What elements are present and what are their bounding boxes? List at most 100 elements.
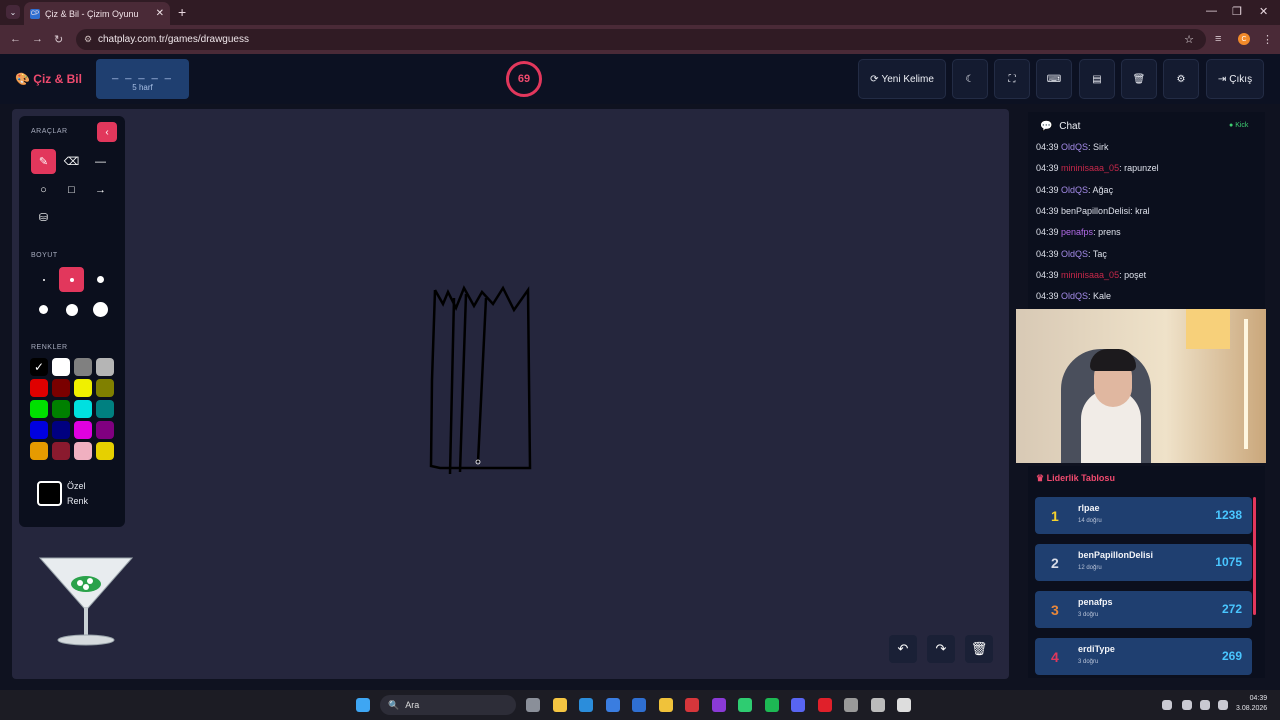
search-icon: 🔍: [388, 699, 400, 710]
dark-mode-button[interactable]: ☾: [952, 59, 988, 99]
maximize-icon[interactable]: ❐: [1232, 5, 1242, 18]
color-swatch[interactable]: [74, 400, 92, 418]
taskbar-app-icon[interactable]: [738, 698, 752, 712]
rectangle-tool[interactable]: □: [59, 177, 84, 202]
reload-icon[interactable]: ↻: [54, 33, 63, 46]
close-tab-icon[interactable]: ✕: [156, 8, 164, 19]
taskbar-app-icon[interactable]: [658, 698, 673, 712]
line-tool[interactable]: —: [88, 149, 113, 174]
tab-list-button[interactable]: ⌄: [6, 5, 20, 19]
taskbar-app-icon[interactable]: [870, 698, 885, 712]
color-swatch[interactable]: [30, 421, 48, 439]
color-swatch[interactable]: [74, 421, 92, 439]
leaderboard-title: ♛ Liderlik Tablosu: [1036, 473, 1115, 484]
color-swatch[interactable]: [96, 379, 114, 397]
message-user[interactable]: penafps: [1061, 227, 1093, 237]
color-swatch[interactable]: [96, 358, 114, 376]
undo-button[interactable]: ↶: [889, 635, 917, 663]
taskbar-app-icon[interactable]: [605, 698, 620, 712]
fill-tool[interactable]: ⛁: [31, 205, 56, 230]
leaderboard-scrollbar[interactable]: [1253, 497, 1256, 615]
back-icon[interactable]: ←: [10, 33, 21, 45]
word-dashes: _ _ _ _ _: [112, 68, 173, 80]
color-swatch[interactable]: [30, 400, 48, 418]
minimize-icon[interactable]: —: [1206, 5, 1217, 17]
message-user[interactable]: benPapillonDelisi: [1061, 206, 1130, 216]
taskbar-app-icon[interactable]: [897, 698, 911, 712]
taskbar-app-icon[interactable]: [791, 698, 805, 712]
color-swatch[interactable]: [52, 442, 70, 460]
taskbar-clock[interactable]: 04:39 3.08.2026: [1236, 694, 1267, 714]
color-swatch[interactable]: [74, 379, 92, 397]
color-swatch[interactable]: [30, 442, 48, 460]
player-score: 269: [1221, 649, 1242, 663]
taskbar-search[interactable]: 🔍 Ara: [380, 695, 516, 715]
taskbar-app-icon[interactable]: [764, 698, 779, 712]
system-tray-icon[interactable]: [1200, 700, 1210, 710]
color-swatch[interactable]: [96, 421, 114, 439]
taskbar-app-icon[interactable]: [685, 698, 699, 712]
taskbar-app-icon[interactable]: [632, 698, 646, 712]
message-user[interactable]: OldQS: [1061, 142, 1088, 152]
address-bar[interactable]: ⚙ chatplay.com.tr/games/drawguess ☆: [76, 29, 1206, 50]
color-swatch[interactable]: [96, 442, 114, 460]
start-icon[interactable]: [356, 698, 370, 712]
system-tray-icon[interactable]: [1218, 700, 1228, 710]
size-5[interactable]: [59, 297, 84, 322]
size-3[interactable]: [88, 267, 113, 292]
color-swatch[interactable]: [74, 442, 92, 460]
fullscreen-button[interactable]: ⛶: [994, 59, 1030, 99]
eraser-tool[interactable]: ⌫: [59, 149, 84, 174]
circle-tool[interactable]: ○: [31, 177, 56, 202]
taskbar-app-icon[interactable]: [817, 698, 832, 712]
taskbar-app-icon[interactable]: [579, 698, 593, 712]
size-1[interactable]: [31, 267, 56, 292]
taskbar-app-icon[interactable]: [552, 698, 567, 712]
color-swatch[interactable]: [52, 358, 70, 376]
pencil-tool[interactable]: ✎: [31, 149, 56, 174]
system-tray-icon[interactable]: [1162, 700, 1172, 710]
taskbar-app-icon[interactable]: [844, 698, 858, 712]
clear-canvas-button[interactable]: 🗑: [965, 635, 993, 663]
bookmark-star-icon[interactable]: ☆: [1184, 33, 1194, 46]
close-window-icon[interactable]: ✕: [1259, 5, 1268, 18]
color-swatch[interactable]: [30, 379, 48, 397]
favicon-icon: CP: [30, 8, 40, 19]
message-user[interactable]: mininisaaa_05: [1061, 163, 1119, 173]
profile-avatar[interactable]: C: [1238, 33, 1250, 45]
chat-message: 04:39 OldQS: Sirk: [1036, 142, 1109, 152]
system-tray-icon[interactable]: [1182, 700, 1192, 710]
new-word-button[interactable]: ⟳ Yeni Kelime: [858, 59, 946, 99]
site-info-icon[interactable]: ⚙: [84, 34, 92, 45]
arrow-tool[interactable]: →: [88, 177, 113, 202]
size-4[interactable]: [31, 297, 56, 322]
color-swatch[interactable]: [74, 358, 92, 376]
browser-tab[interactable]: CP Çiz & Bil - Çizim Oyunu ✕: [24, 2, 170, 25]
keyboard-button[interactable]: ⌨: [1036, 59, 1072, 99]
delete-button[interactable]: 🗑: [1121, 59, 1157, 99]
color-swatch[interactable]: [52, 400, 70, 418]
message-user[interactable]: OldQS: [1061, 249, 1088, 259]
color-swatch[interactable]: [52, 379, 70, 397]
color-swatch[interactable]: [96, 400, 114, 418]
browser-menu-icon[interactable]: ⋮: [1262, 33, 1273, 46]
message-user[interactable]: OldQS: [1061, 185, 1088, 195]
new-word-label: Yeni Kelime: [881, 73, 934, 85]
exit-button[interactable]: ⇥ Çıkış: [1206, 59, 1264, 99]
new-tab-button[interactable]: +: [178, 4, 186, 20]
redo-button[interactable]: ↷: [927, 635, 955, 663]
message-user[interactable]: OldQS: [1061, 291, 1088, 301]
settings-button[interactable]: ⚙: [1163, 59, 1199, 99]
custom-color-button[interactable]: [37, 481, 62, 506]
color-swatch[interactable]: ✓: [30, 358, 48, 376]
forward-icon[interactable]: →: [32, 33, 43, 45]
taskbar-app-icon[interactable]: [711, 698, 726, 712]
extensions-icon[interactable]: ≡: [1215, 33, 1221, 45]
collapse-panel-button[interactable]: ‹: [97, 122, 117, 142]
size-2[interactable]: [59, 267, 84, 292]
color-swatch[interactable]: [52, 421, 70, 439]
message-user[interactable]: mininisaaa_05: [1061, 270, 1119, 280]
archive-button[interactable]: ▤: [1079, 59, 1115, 99]
taskbar-app-icon[interactable]: [526, 698, 540, 712]
size-6[interactable]: [88, 297, 113, 322]
